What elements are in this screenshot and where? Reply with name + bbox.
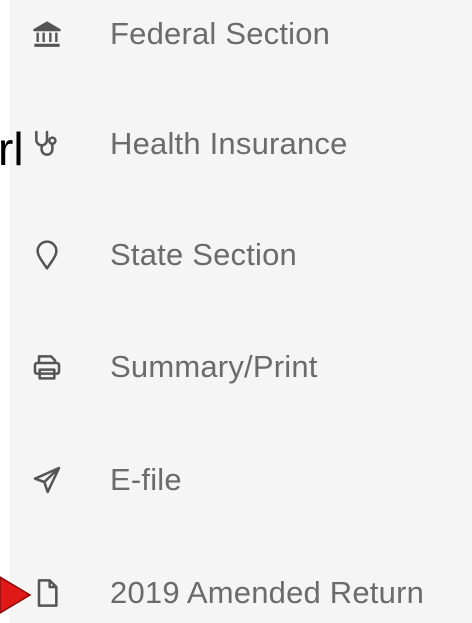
paper-plane-icon: [30, 463, 64, 497]
menu-item-label: Summary/Print: [110, 349, 318, 384]
stethoscope-icon: [30, 127, 64, 161]
menu-item-health-insurance[interactable]: Health Insurance: [10, 104, 472, 184]
bank-icon: [30, 17, 64, 51]
menu-item-federal-section[interactable]: Federal Section: [10, 0, 472, 74]
menu-item-label: State Section: [110, 237, 297, 272]
annotation-arrow-icon: [0, 576, 32, 614]
cut-off-text-fragment: rl: [0, 123, 24, 175]
printer-icon: [30, 350, 64, 384]
menu-item-2019-amended-return[interactable]: 2019 Amended Return: [10, 553, 472, 623]
sidebar-menu: Federal Section Health Insurance State S…: [10, 0, 472, 623]
menu-item-label: Health Insurance: [110, 126, 348, 161]
menu-item-label: E-file: [110, 462, 182, 497]
document-icon: [30, 576, 64, 610]
menu-item-e-file[interactable]: E-file: [10, 440, 472, 520]
menu-item-label: 2019 Amended Return: [110, 575, 425, 610]
screenshot-stage: Federal Section Health Insurance State S…: [0, 0, 472, 623]
menu-item-state-section[interactable]: State Section: [10, 215, 472, 295]
menu-item-summary-print[interactable]: Summary/Print: [10, 327, 472, 407]
menu-item-label: Federal Section: [110, 16, 331, 51]
location-pin-icon: [30, 238, 64, 272]
